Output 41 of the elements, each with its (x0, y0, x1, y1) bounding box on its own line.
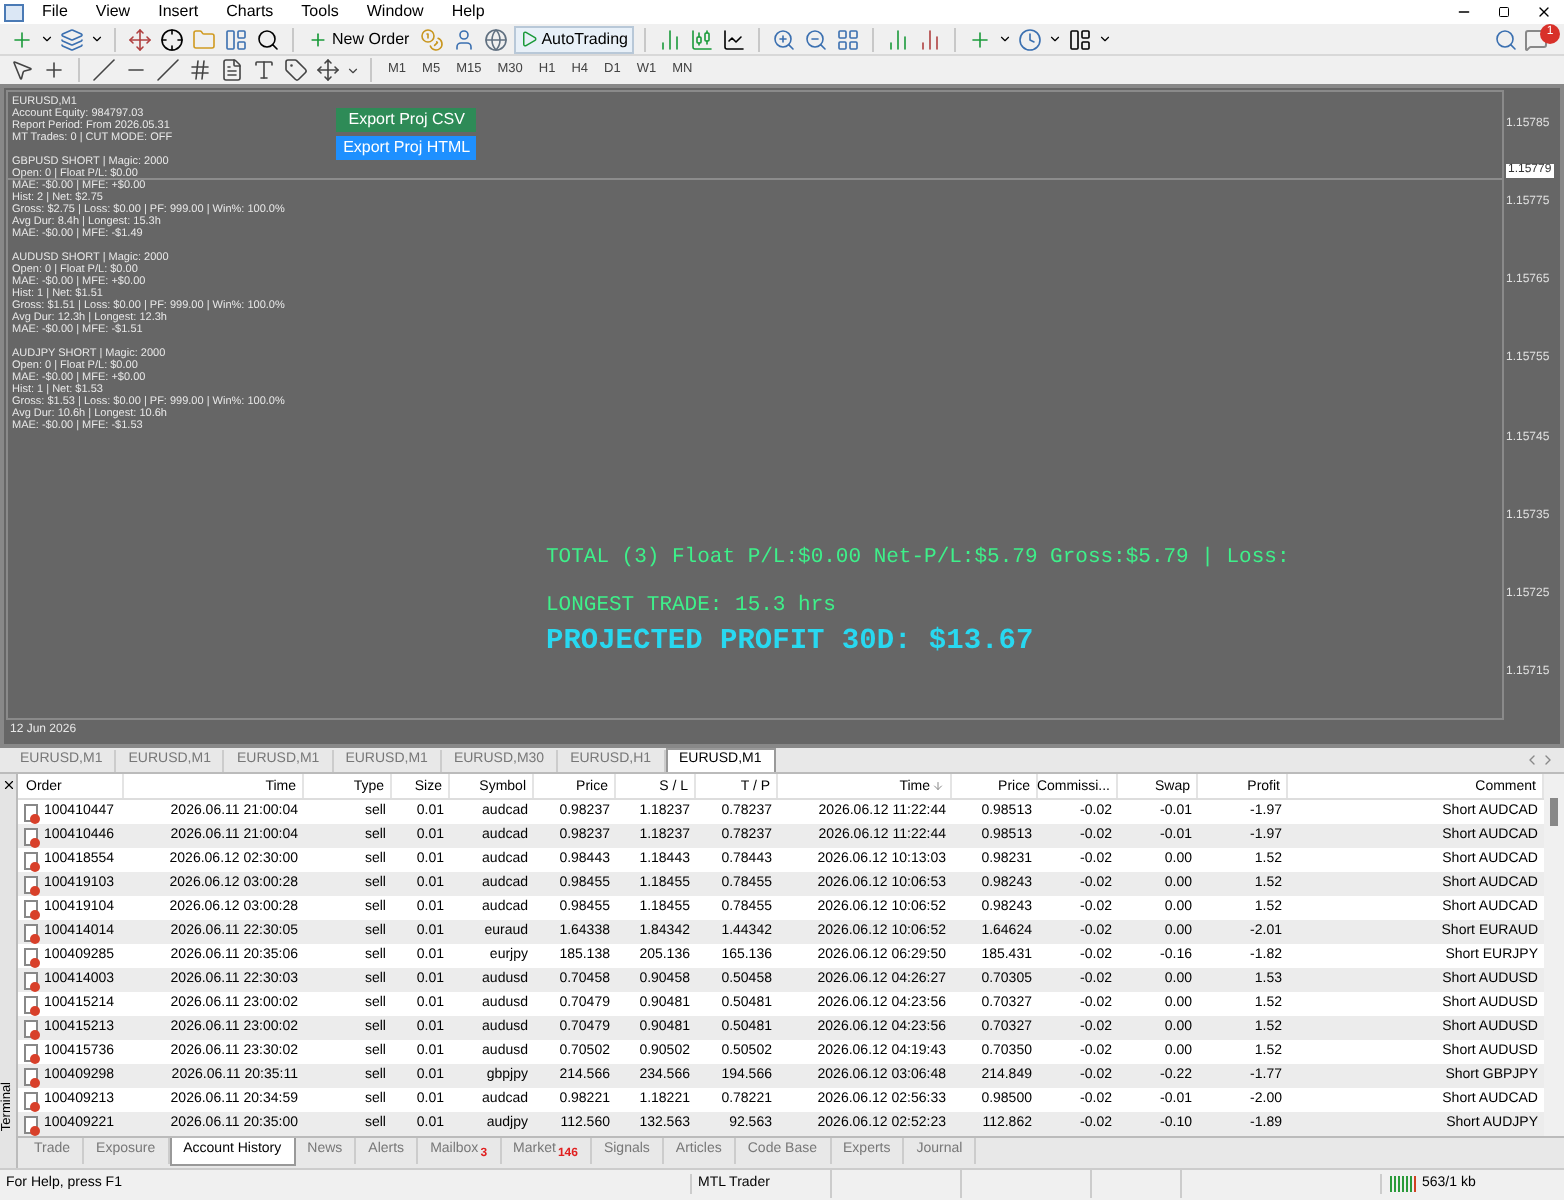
autotrading-button[interactable]: AutoTrading (513, 25, 634, 53)
close-icon[interactable] (1, 778, 15, 792)
app-logo-icon (4, 3, 24, 21)
longest-trade-text: LONGEST TRADE: 15.3 hrs (546, 591, 838, 621)
menu-item[interactable]: Help (437, 0, 499, 24)
menu-item[interactable]: File (28, 0, 82, 24)
caret-icon[interactable] (346, 63, 360, 77)
menu-item[interactable]: Charts (212, 0, 288, 24)
text-icon[interactable] (250, 56, 278, 84)
caret-icon[interactable] (90, 32, 104, 46)
chat-icon[interactable] (1524, 27, 1548, 51)
globe-icon[interactable] (481, 25, 510, 53)
connection-bars-icon (1390, 1176, 1416, 1192)
zoom-in-icon[interactable] (769, 25, 798, 53)
menu-item[interactable]: Window (352, 0, 438, 24)
sort-icon (932, 780, 944, 792)
cursor-icon[interactable] (8, 56, 36, 84)
zoom-out-icon[interactable] (801, 25, 830, 53)
export-button[interactable]: Export Proj CSV (336, 108, 477, 132)
plus-icon (308, 29, 328, 49)
sell-order-icon (24, 1115, 38, 1133)
scrollbar[interactable] (1544, 774, 1564, 1136)
line-chart-icon[interactable] (719, 25, 748, 53)
play-icon (519, 30, 538, 48)
clock-icon[interactable] (1015, 25, 1044, 53)
caret-icon[interactable] (1097, 32, 1112, 46)
search-icon[interactable] (254, 25, 282, 53)
tile-icon[interactable] (833, 25, 862, 53)
caret-icon[interactable] (1047, 32, 1062, 46)
menu-item[interactable]: Insert (144, 0, 213, 24)
scroll-right-icon[interactable] (1540, 752, 1556, 768)
trendline-icon[interactable] (154, 56, 182, 84)
new-order-button[interactable]: New Order (304, 25, 414, 53)
caret-icon[interactable] (40, 32, 54, 46)
caret-icon[interactable] (997, 32, 1012, 46)
menu-item[interactable]: Tools (287, 0, 353, 24)
label-icon[interactable] (282, 56, 310, 84)
menu-item[interactable]: View (81, 0, 145, 24)
projected-profit-text: PROJECTED PROFIT 30D: $13.67 (546, 624, 1036, 663)
scroll-left-icon[interactable] (1524, 752, 1540, 768)
total-summary-text: TOTAL (3) Float P/L:$0.00 Net-P/L:$5.79 Gross:$5.79 | Loss: (546, 543, 1292, 574)
